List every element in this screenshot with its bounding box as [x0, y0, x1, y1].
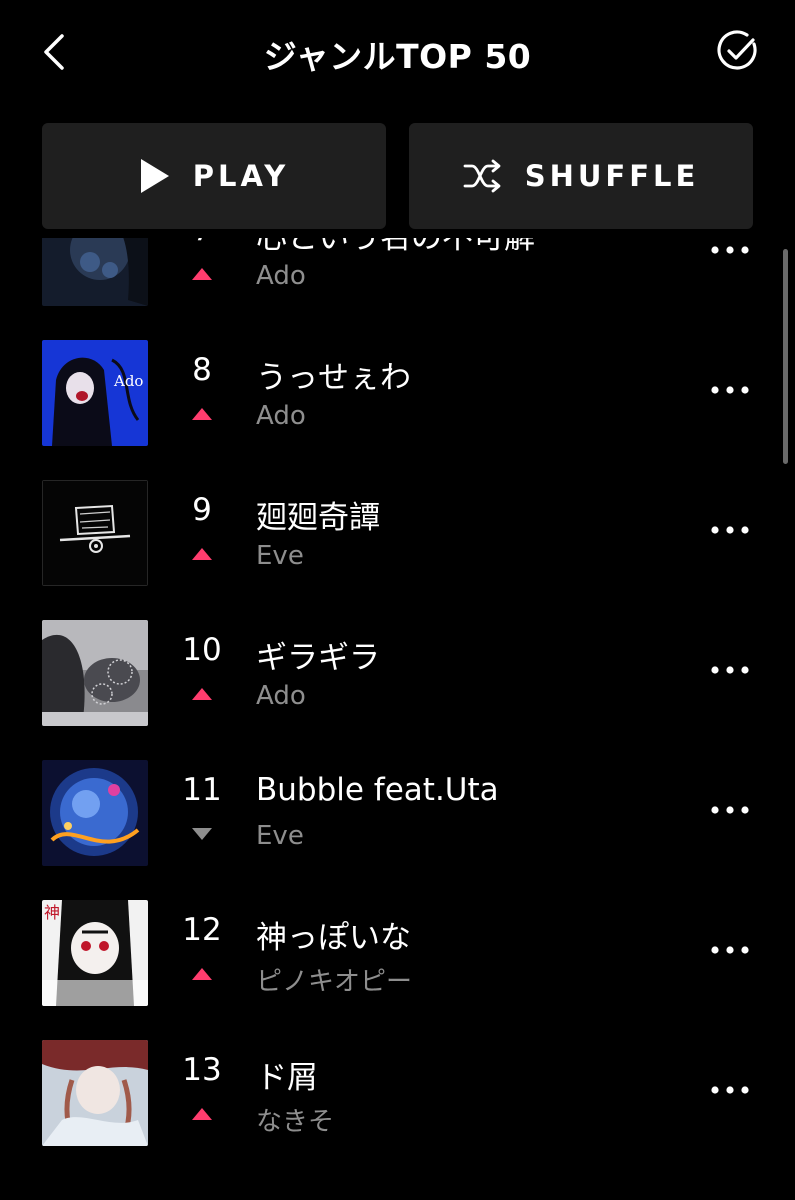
svg-text:Ado: Ado — [113, 372, 143, 390]
album-art: Ado — [42, 340, 148, 446]
track-row[interactable]: 11 Bubble feat.Uta Eve — [0, 760, 795, 900]
album-art: 狂 言 — [42, 238, 148, 306]
trend-up-icon — [192, 688, 212, 700]
trend-up-icon — [192, 548, 212, 560]
page-title: ジャンルTOP 50 — [263, 37, 532, 76]
track-row[interactable]: 10 ギラギラ Ado — [0, 620, 795, 760]
shuffle-label: SHUFFLE — [524, 159, 700, 193]
more-options-button[interactable] — [700, 508, 760, 552]
track-artist: Eve — [256, 541, 304, 571]
trend-down-icon — [192, 828, 212, 840]
album-art — [42, 620, 148, 726]
rank-number: 7 — [166, 238, 238, 248]
album-art — [42, 1040, 148, 1146]
rank-number: 9 — [192, 492, 212, 528]
shuffle-button[interactable]: SHUFFLE — [409, 123, 753, 229]
shuffle-icon — [463, 159, 501, 193]
svg-text:神: 神 — [44, 903, 60, 922]
track-row[interactable]: 9 廻廻奇譚 Eve — [0, 480, 795, 620]
track-title: 神っぽいな — [256, 920, 411, 956]
album-art — [42, 760, 148, 866]
more-options-button[interactable] — [700, 1068, 760, 1112]
more-icon — [711, 666, 749, 674]
track-title: Bubble feat.Uta — [256, 772, 499, 808]
rank-number: 8 — [192, 352, 212, 388]
trend-up-icon — [192, 268, 212, 280]
track-list[interactable]: 狂 言 7 心という名の不可解 Ado Ado 8 うっせぇわ Ado — [0, 238, 795, 1200]
track-title: うっせぇわ — [256, 360, 411, 396]
track-row[interactable]: 狂 言 7 心という名の不可解 Ado — [0, 238, 795, 340]
more-icon — [711, 246, 749, 254]
more-icon — [711, 806, 749, 814]
track-row[interactable]: Ado 8 うっせぇわ Ado — [0, 340, 795, 480]
rank-number: 12 — [182, 912, 222, 948]
track-title: ギラギラ — [256, 640, 380, 676]
more-options-button[interactable] — [700, 238, 760, 272]
rank-number: 10 — [182, 632, 222, 668]
check-circle-icon — [717, 30, 757, 70]
track-title: 心という名の不可解 — [256, 238, 535, 256]
album-art: 神 — [42, 900, 148, 1006]
scrollbar[interactable] — [783, 249, 788, 464]
more-options-button[interactable] — [700, 928, 760, 972]
album-art — [42, 480, 148, 586]
more-icon — [711, 1086, 749, 1094]
track-artist: ピノキオピー — [256, 967, 413, 997]
select-button[interactable] — [713, 26, 763, 76]
track-artist: Ado — [256, 401, 306, 431]
header: ジャンルTOP 50 — [0, 0, 795, 110]
more-icon — [711, 946, 749, 954]
track-title: ド屑 — [256, 1060, 318, 1096]
track-title: 廻廻奇譚 — [256, 500, 380, 536]
rank-number: 11 — [182, 772, 222, 808]
trend-up-icon — [192, 968, 212, 980]
track-artist: Ado — [256, 681, 306, 711]
track-row[interactable]: 神 12 神っぽいな ピノキオピー — [0, 900, 795, 1040]
more-options-button[interactable] — [700, 368, 760, 412]
play-button[interactable]: PLAY — [42, 123, 386, 229]
track-artist: なきそ — [256, 1107, 335, 1137]
track-artist: Eve — [256, 821, 304, 851]
trend-up-icon — [192, 408, 212, 420]
more-icon — [711, 526, 749, 534]
track-row[interactable]: 13 ド屑 なきそ — [0, 1040, 795, 1180]
more-options-button[interactable] — [700, 648, 760, 692]
trend-up-icon — [192, 1108, 212, 1120]
rank-number: 13 — [182, 1052, 222, 1088]
more-options-button[interactable] — [700, 788, 760, 832]
play-icon — [140, 159, 169, 193]
track-artist: Ado — [256, 261, 306, 291]
play-label: PLAY — [192, 159, 290, 193]
more-icon — [711, 386, 749, 394]
